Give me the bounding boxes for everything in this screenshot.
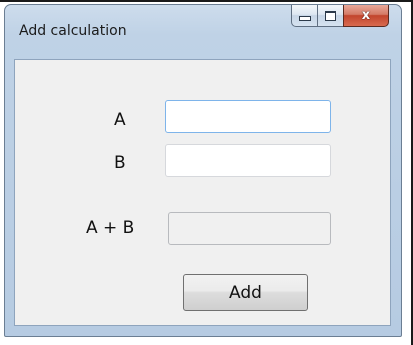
form-panel: A B A + B Add	[14, 59, 391, 326]
window-title: Add calculation	[19, 23, 127, 39]
maximize-icon	[325, 10, 336, 21]
maximize-button[interactable]	[317, 5, 344, 27]
caption-buttons: x	[291, 5, 389, 27]
label-sum: A + B	[86, 218, 135, 238]
minimize-icon	[298, 16, 311, 21]
close-icon: x	[361, 8, 371, 23]
label-b: B	[114, 153, 126, 173]
screen-edge-top	[0, 0, 413, 2]
input-a[interactable]	[165, 100, 331, 133]
close-button[interactable]: x	[343, 5, 389, 27]
add-button[interactable]: Add	[183, 274, 308, 311]
minimize-button[interactable]	[291, 5, 318, 27]
screen: Add calculation x A B A + B Add	[0, 0, 413, 345]
label-a: A	[114, 110, 126, 130]
result-field	[168, 212, 331, 245]
input-b[interactable]	[165, 144, 331, 177]
add-calculation-window: Add calculation x A B A + B Add	[4, 4, 402, 337]
